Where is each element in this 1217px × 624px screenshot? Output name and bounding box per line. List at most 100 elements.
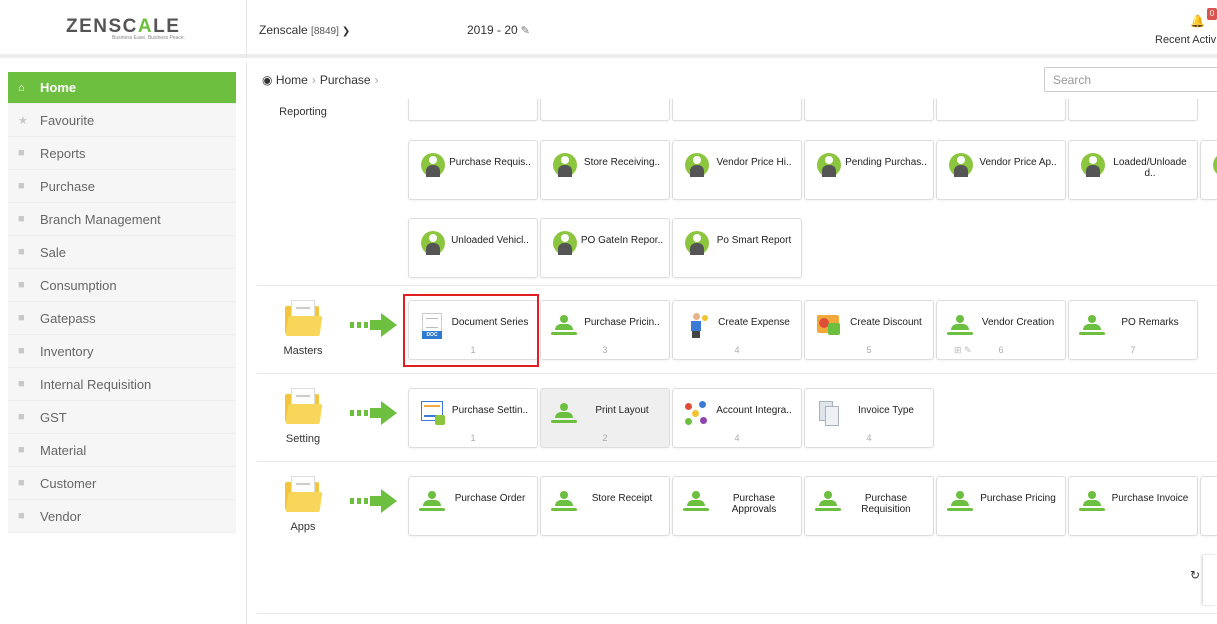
setting-tile[interactable]: Account Integra.. 4 <box>672 388 802 448</box>
sidebar-item-gst[interactable]: ■ GST <box>8 401 236 434</box>
report-person-icon <box>685 231 709 255</box>
breadcrumb: ◉ Home › Purchase › <box>262 73 383 87</box>
section-label: Apps <box>290 521 316 533</box>
sidebar-item-label: Sale <box>40 244 67 260</box>
master-tile[interactable]: Purchase Pricin.. 3 <box>540 300 670 360</box>
section-label: Reporting <box>279 106 327 118</box>
company-name: Zenscale <box>259 23 308 37</box>
master-tile[interactable]: PO Remarks 7 <box>1068 300 1198 360</box>
search-input[interactable] <box>1044 67 1217 92</box>
folder-icon <box>285 300 323 336</box>
sidebar-item-internal-requisition[interactable]: ■ Internal Requisition <box>8 368 236 401</box>
breadcrumb-current[interactable]: Purchase <box>320 73 371 87</box>
company-selector[interactable]: Zenscale [8849] ❯ <box>259 23 350 37</box>
sidebar-item-label: Favourite <box>40 112 95 128</box>
green-user-icon <box>683 491 709 513</box>
report-tile-partial[interactable] <box>804 99 934 121</box>
section-reporting: Reporting Purchase Requis.. Store Receiv… <box>257 99 1217 286</box>
app-tile[interactable]: Purchase Approvals <box>672 476 802 536</box>
setting-tile[interactable]: Print Layout 2 <box>540 388 670 448</box>
app-tile[interactable]: Purchase Pricing <box>936 476 1066 536</box>
financial-year[interactable]: 2019 - 20 ✎ <box>467 23 530 37</box>
folder-icon: ■ <box>18 444 25 456</box>
settings-doc-icon <box>421 401 445 425</box>
edit-icon[interactable]: ✎ <box>521 25 530 37</box>
folder-icon: ■ <box>18 279 25 291</box>
bell-icon[interactable]: 🔔 <box>1190 14 1205 28</box>
report-tile[interactable]: Unloaded Vehicl.. <box>408 218 538 278</box>
arrow-right-icon <box>350 313 398 337</box>
logo-area: ZENSCALE Business Ease. Business Peace. <box>0 0 247 58</box>
sidebar-item-consumption[interactable]: ■ Consumption <box>8 269 236 302</box>
app-tile[interactable]: Purchase Requisition <box>804 476 934 536</box>
report-tile-partial[interactable] <box>936 99 1066 121</box>
report-person-icon <box>1213 153 1217 177</box>
sidebar-item-reports[interactable]: ■ Reports <box>8 137 236 170</box>
breadcrumb-separator: › <box>311 73 316 87</box>
sidebar-item-label: Internal Requisition <box>40 376 152 392</box>
sidebar-item-material[interactable]: ■ Material <box>8 434 236 467</box>
report-person-icon <box>1081 153 1105 177</box>
sidebar-item-branch-management[interactable]: ■ Branch Management <box>8 203 236 236</box>
report-person-icon <box>553 153 577 177</box>
report-tile-partial[interactable] <box>672 99 802 121</box>
folder-icon: ■ <box>18 411 25 423</box>
sidebar-item-vendor[interactable]: ■ Vendor <box>8 500 236 533</box>
app-tile[interactable]: Purchase Order <box>408 476 538 536</box>
refresh-icon[interactable]: ↻ <box>1190 568 1200 582</box>
arrow-right-icon <box>350 489 398 513</box>
report-tile-partial[interactable] <box>1200 140 1217 200</box>
report-tile-partial[interactable] <box>408 99 538 121</box>
sidebar-item-home[interactable]: ⌂ Home <box>8 72 236 104</box>
report-person-icon <box>685 153 709 177</box>
report-tile[interactable]: Po Smart Report <box>672 218 802 278</box>
dashboard-icon: ◉ <box>262 73 273 87</box>
financial-year-label: 2019 - 20 <box>467 23 518 37</box>
report-person-icon <box>949 153 973 177</box>
invoice-icon <box>817 401 841 426</box>
sidebar-item-label: Customer <box>40 475 97 491</box>
app-tile-partial[interactable] <box>1200 476 1217 536</box>
master-tile[interactable]: Create Discount 5 <box>804 300 934 360</box>
report-tile-partial[interactable] <box>540 99 670 121</box>
integration-icon <box>685 401 709 425</box>
report-tile[interactable]: PO GateIn Repor.. <box>540 218 670 278</box>
sidebar-item-gatepass[interactable]: ■ Gatepass <box>8 302 236 335</box>
app-tile[interactable]: Store Receipt <box>540 476 670 536</box>
report-tile[interactable]: Vendor Price Ap.. <box>936 140 1066 200</box>
folder-icon <box>285 388 323 424</box>
star-icon: ★ <box>18 114 28 127</box>
report-tile[interactable]: Vendor Price Hi.. <box>672 140 802 200</box>
main-content: Reporting Purchase Requis.. Store Receiv… <box>257 99 1217 614</box>
report-tile[interactable]: Purchase Requis.. <box>408 140 538 200</box>
app-tile[interactable]: Purchase Invoice <box>1068 476 1198 536</box>
setting-tile[interactable]: Purchase Settin.. 1 <box>408 388 538 448</box>
sidebar-item-sale[interactable]: ■ Sale <box>8 236 236 269</box>
sidebar-item-customer[interactable]: ■ Customer <box>8 467 236 500</box>
sidebar-nav: ⌂ Home ★ Favourite ■ Reports ■ Purchase ■ Bra… <box>8 72 236 533</box>
master-tile[interactable]: Vendor Creation ⊞ ✎ 6 <box>936 300 1066 360</box>
report-tile[interactable]: Pending Purchas.. <box>804 140 934 200</box>
recent-activity-link[interactable]: Recent Activ <box>1155 34 1216 46</box>
report-tile[interactable]: Store Receiving.. <box>540 140 670 200</box>
master-tile[interactable]: Create Expense 4 <box>672 300 802 360</box>
report-person-icon <box>421 231 445 255</box>
folder-icon: ■ <box>18 345 25 357</box>
report-tile-partial[interactable] <box>1068 99 1198 121</box>
report-tile[interactable]: Loaded/Unloade d.. <box>1068 140 1198 200</box>
breadcrumb-home[interactable]: Home <box>276 73 308 87</box>
green-user-icon <box>1079 491 1105 513</box>
folder-icon: ■ <box>18 510 25 522</box>
folder-icon: ■ <box>18 312 25 324</box>
folder-icon: ■ <box>18 246 25 258</box>
sidebar-item-label: Home <box>40 80 77 95</box>
top-bar: ZENSCALE Business Ease. Business Peace. … <box>0 0 1217 58</box>
setting-tile[interactable]: Invoice Type 4 <box>804 388 934 448</box>
notification-badge: 0 <box>1207 8 1217 20</box>
sidebar-item-purchase[interactable]: ■ Purchase <box>8 170 236 203</box>
side-panel-toggle[interactable] <box>1203 555 1217 605</box>
report-person-icon <box>553 231 577 255</box>
sidebar-item-inventory[interactable]: ■ Inventory <box>8 335 236 368</box>
sidebar-item-favourite[interactable]: ★ Favourite <box>8 104 236 137</box>
selection-highlight <box>403 294 539 367</box>
